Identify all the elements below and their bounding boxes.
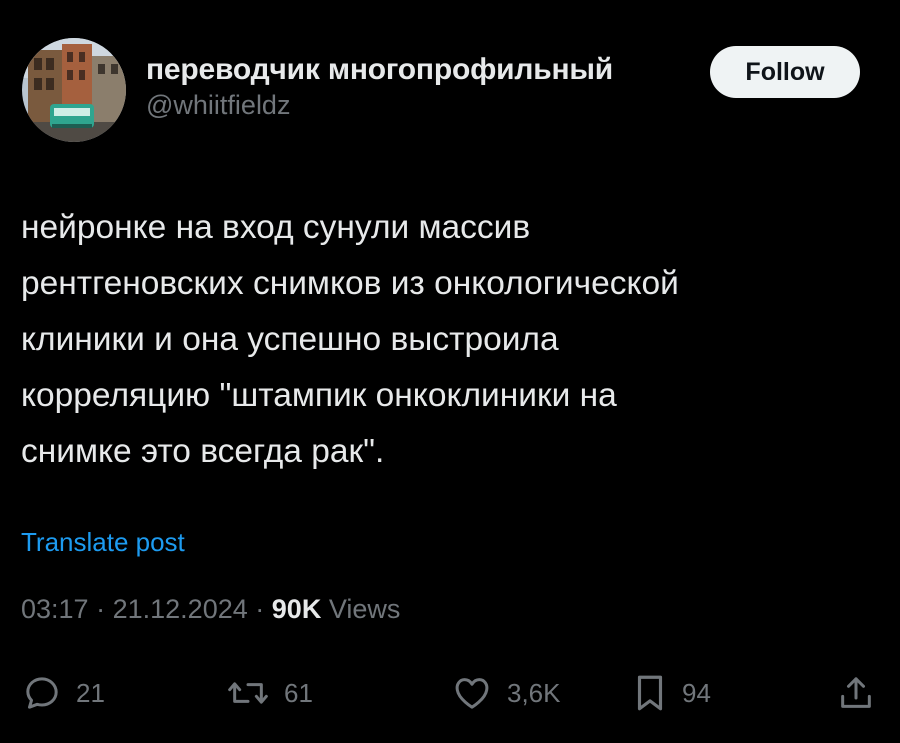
post-header: переводчик многопрофильный @whiitfieldz … [18,36,882,146]
post-date[interactable]: 21.12.2024 [113,594,248,624]
views-count: 90K [271,594,322,624]
display-name[interactable]: переводчик многопрофильный [146,52,613,88]
post-text-line: нейронке на вход сунули массив [21,209,531,246]
bookmark-icon [637,675,663,711]
avatar-photo-icon [22,38,126,142]
post-text-line: корреляцию "штампик онкоклиники на [21,377,617,414]
post-text-line: снимке это всегда рак". [21,433,385,470]
share-icon [841,677,871,708]
like-count: 3,6K [507,677,561,708]
post-meta: 03:17 · 21.12.2024 · 90K Views [21,594,400,625]
bookmark-count: 94 [682,677,711,708]
like-button[interactable]: 3,6K [451,668,561,718]
views-label: Views [328,594,401,624]
follow-button[interactable]: Follow [710,46,860,98]
post-time[interactable]: 03:17 [21,594,89,624]
heart-icon [455,678,489,709]
reply-icon [26,677,58,709]
post-text-line: рентгеновских снимков из онкологической [21,265,679,302]
post-text: нейронке на вход сунули массив рентгенов… [21,200,881,480]
repost-button[interactable]: 61 [226,668,313,718]
author-info: переводчик многопрофильный @whiitfieldz [146,52,613,122]
author-handle[interactable]: @whiitfieldz [146,88,613,122]
action-bar: 21 61 3,6K 94 [0,668,900,718]
translate-post-link[interactable]: Translate post [21,527,185,558]
post-text-line: клиники и она успешно выстроила [21,321,559,358]
repost-icon [228,682,268,704]
reply-button[interactable]: 21 [22,668,105,718]
repost-count: 61 [284,677,313,708]
meta-separator: · [96,594,106,624]
bookmark-button[interactable]: 94 [632,668,711,718]
avatar[interactable] [22,38,126,142]
reply-count: 21 [76,677,105,708]
meta-separator: · [255,594,265,624]
share-button[interactable] [836,668,876,718]
